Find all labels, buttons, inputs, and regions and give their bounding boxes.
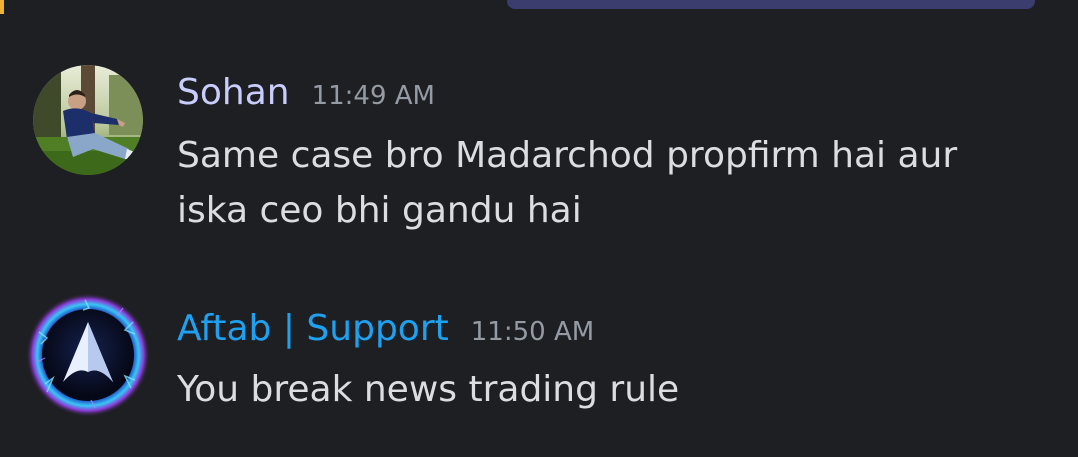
user-photo-avatar-icon — [33, 65, 143, 175]
reply-preview-pill[interactable] — [507, 0, 1035, 9]
message-header: Sohan 11:49 AM — [177, 72, 435, 113]
message-content: Same case bro Madarchod propfirm hai aur… — [177, 135, 958, 231]
message-timestamp[interactable]: 11:50 AM — [471, 317, 594, 347]
previous-message-fragment — [0, 0, 1078, 14]
author-name[interactable]: Aftab | Support — [177, 308, 449, 349]
author-name[interactable]: Sohan — [177, 72, 290, 113]
user-avatar[interactable] — [25, 292, 151, 418]
logo-a-avatar-icon — [25, 292, 151, 418]
message-timestamp[interactable]: 11:49 AM — [312, 81, 435, 111]
user-avatar[interactable] — [33, 65, 143, 175]
mention-highlight-bar — [0, 0, 4, 14]
message-content: You break news trading rule — [177, 369, 680, 410]
message-header: Aftab | Support 11:50 AM — [177, 308, 594, 349]
chat-window: Sohan 11:49 AM Same case bro Madarchod p… — [0, 0, 1078, 457]
